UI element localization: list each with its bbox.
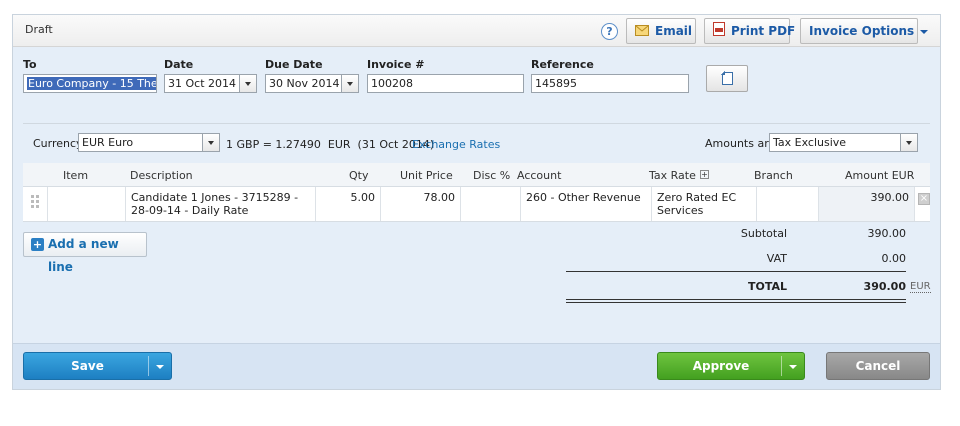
total-value: 390.00	[863, 280, 906, 293]
col-description: Description	[130, 169, 193, 182]
col-branch: Branch	[754, 169, 793, 182]
copy-icon	[721, 71, 733, 85]
invoice-number-value: 100208	[371, 77, 413, 90]
cell-account[interactable]: 260 - Other Revenue	[521, 187, 652, 221]
chevron-down-icon[interactable]	[156, 365, 164, 369]
cell-unit-price[interactable]: 78.00	[381, 187, 461, 221]
approve-split-divider	[781, 356, 782, 376]
cell-branch[interactable]	[757, 187, 819, 221]
vat-value: 0.00	[881, 252, 907, 265]
chevron-down-icon[interactable]	[789, 365, 797, 369]
due-date-dropdown-icon[interactable]	[341, 75, 358, 92]
invoice-number-label: Invoice #	[367, 58, 425, 71]
cell-qty[interactable]: 5.00	[316, 187, 381, 221]
reference-field[interactable]: 145895	[531, 74, 689, 93]
due-date-field[interactable]: 30 Nov 2014	[265, 74, 359, 93]
vat-label: VAT	[766, 252, 787, 265]
delete-row-icon[interactable]: ×	[918, 193, 930, 205]
cell-tax-rate[interactable]: Zero Rated EC Services	[652, 187, 757, 221]
invoice-options-button[interactable]: Invoice Options	[800, 18, 929, 44]
table-header: Item Description Qty Unit Price Disc % A…	[23, 163, 930, 187]
table-row[interactable]: Candidate 1 Jones - 3715289 - 28-09-14 -…	[23, 187, 930, 222]
total-underline-double	[566, 302, 906, 303]
save-button[interactable]: Save	[23, 352, 172, 380]
total-divider	[566, 271, 906, 272]
help-icon[interactable]: ?	[601, 23, 618, 40]
email-button[interactable]: Email	[626, 18, 696, 44]
plus-icon: +	[31, 238, 44, 251]
envelope-icon	[635, 20, 649, 44]
cell-item[interactable]	[48, 187, 126, 221]
total-currency: EUR	[910, 281, 931, 293]
reference-value: 145895	[535, 77, 577, 90]
col-unit-price: Unit Price	[400, 169, 453, 182]
currency-select[interactable]: EUR Euro	[78, 133, 220, 152]
col-disc: Disc %	[473, 169, 511, 182]
date-field[interactable]: 31 Oct 2014	[164, 74, 257, 93]
copy-button[interactable]	[706, 65, 748, 92]
cell-disc[interactable]	[461, 187, 521, 221]
print-pdf-label: Print PDF	[731, 24, 796, 38]
invoice-panel: Draft ? Email Print PDF Invoice Options …	[12, 14, 941, 390]
cell-amount: 390.00	[819, 187, 915, 221]
subtotal-label: Subtotal	[740, 227, 787, 240]
approve-label: Approve	[692, 359, 750, 373]
invoice-number-field[interactable]: 100208	[367, 74, 524, 93]
col-tax-rate: Tax Rate	[649, 169, 696, 182]
email-label: Email	[655, 24, 693, 38]
to-field[interactable]: Euro Company - 15 The S	[23, 74, 157, 93]
due-date-label: Due Date	[265, 58, 323, 71]
pdf-icon	[713, 20, 725, 44]
col-qty: Qty	[349, 169, 369, 182]
date-value: 31 Oct 2014	[168, 77, 237, 90]
subtotal-value: 390.00	[867, 227, 907, 240]
reference-label: Reference	[531, 58, 594, 71]
save-label: Save	[71, 359, 104, 373]
currency-dropdown-icon[interactable]	[202, 134, 219, 151]
amounts-are-select[interactable]: Tax Exclusive	[769, 133, 918, 152]
total-label: TOTAL	[747, 280, 787, 293]
approve-button[interactable]: Approve	[657, 352, 805, 380]
date-label: Date	[164, 58, 194, 71]
save-split-divider	[148, 356, 149, 376]
print-pdf-button[interactable]: Print PDF	[704, 18, 795, 44]
date-dropdown-icon[interactable]	[239, 75, 256, 92]
amounts-dropdown-icon[interactable]	[900, 134, 917, 151]
footer-bar: Save Approve Cancel	[13, 343, 940, 389]
invoice-status: Draft	[25, 23, 53, 36]
chevron-down-icon	[920, 29, 929, 34]
add-new-line-label: Add a new line	[48, 237, 119, 274]
cancel-label: Cancel	[855, 359, 901, 373]
to-value: Euro Company - 15 The S	[27, 77, 156, 90]
currency-label: Currency	[33, 137, 83, 150]
amounts-are-value: Tax Exclusive	[773, 136, 847, 149]
drag-handle-icon[interactable]	[23, 187, 48, 221]
exchange-rate-text: 1 GBP = 1.27490 EUR (31 Oct 2014)	[226, 138, 435, 151]
amounts-are-label: Amounts are	[705, 137, 776, 150]
col-item: Item	[63, 169, 89, 182]
col-amount: Amount EUR	[845, 169, 915, 182]
currency-value: EUR Euro	[82, 136, 134, 149]
add-tax-rate-icon[interactable]: +	[700, 170, 709, 179]
cell-description[interactable]: Candidate 1 Jones - 3715289 - 28-09-14 -…	[126, 187, 316, 221]
to-label: To	[23, 58, 37, 71]
add-new-line-button[interactable]: + Add a new line	[23, 232, 147, 274]
due-date-value: 30 Nov 2014	[269, 77, 340, 90]
cancel-button[interactable]: Cancel	[826, 352, 930, 380]
divider	[23, 123, 930, 124]
exchange-rates-link[interactable]: Exchange Rates	[412, 138, 500, 151]
invoice-header: Draft ? Email Print PDF Invoice Options	[13, 15, 940, 47]
invoice-options-label: Invoice Options	[809, 24, 915, 38]
total-underline	[566, 299, 906, 300]
col-account: Account	[517, 169, 562, 182]
